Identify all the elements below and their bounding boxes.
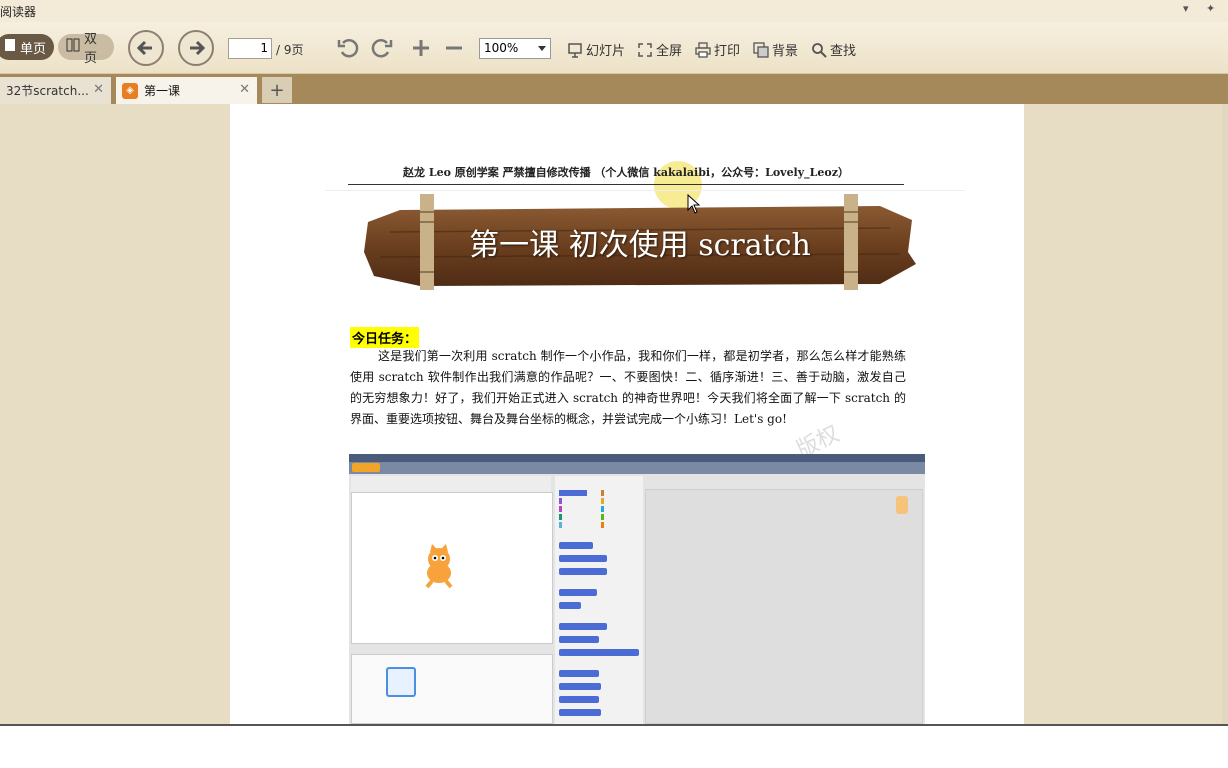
tab-lesson-one[interactable]: ◈ 第一课 ✕ bbox=[116, 77, 257, 104]
document-header: 赵龙 Leo 原创学案 严禁擅自修改传播 （个人微信 kakalaibi，公众号… bbox=[403, 166, 849, 179]
tab-scratch-doc[interactable]: 32节scratch... ✕ bbox=[0, 77, 111, 104]
tab-bar: 32节scratch... ✕ ◈ 第一课 ✕ + bbox=[0, 74, 1228, 104]
previous-page-button[interactable] bbox=[128, 30, 164, 66]
fullscreen-icon bbox=[638, 42, 652, 57]
double-page-button[interactable]: 双页 bbox=[58, 32, 114, 66]
title-bar: 阅读器 ▾ ✦ bbox=[0, 0, 1228, 22]
intro-paragraph: 这是我们第一次利用 scratch 制作一个小作品，我和你们一样，都是初学者，那… bbox=[350, 349, 906, 426]
fullscreen-button[interactable]: 全屏 bbox=[637, 40, 682, 59]
page-number-input[interactable]: 1 bbox=[228, 38, 272, 59]
find-button[interactable]: 查找 bbox=[811, 40, 856, 59]
single-page-button[interactable]: 单页 bbox=[0, 34, 54, 60]
single-page-icon bbox=[4, 38, 16, 56]
document-app-icon: ◈ bbox=[122, 82, 138, 99]
print-button[interactable]: 打印 bbox=[695, 40, 740, 59]
zoom-value: 100% bbox=[484, 41, 519, 55]
rotate-left-icon bbox=[337, 38, 359, 58]
rotate-right-button[interactable] bbox=[370, 36, 394, 60]
lesson-title: 第一课 初次使用 scratch bbox=[469, 228, 811, 263]
zoom-out-button[interactable] bbox=[442, 36, 466, 60]
window-title: 阅读器 bbox=[0, 5, 37, 19]
close-icon[interactable]: ✕ bbox=[239, 82, 250, 97]
find-label: 查找 bbox=[830, 44, 857, 59]
double-page-icon bbox=[66, 38, 80, 56]
minus-icon bbox=[446, 46, 462, 50]
single-page-label: 单页 bbox=[20, 41, 47, 57]
tab-label: 32节scratch... bbox=[6, 84, 89, 98]
document-viewport[interactable]: 赵龙 Leo 原创学案 严禁擅自修改传播 （个人微信 kakalaibi，公众号… bbox=[0, 104, 1228, 724]
zoom-select[interactable]: 100% bbox=[479, 38, 551, 59]
plus-icon bbox=[413, 40, 429, 56]
header-divider-faint bbox=[325, 190, 965, 191]
arrow-left-icon bbox=[136, 40, 152, 56]
document-page: 赵龙 Leo 原创学案 严禁擅自修改传播 （个人微信 kakalaibi，公众号… bbox=[230, 104, 1024, 724]
fullscreen-label: 全屏 bbox=[656, 44, 683, 59]
background-icon bbox=[753, 41, 769, 58]
chevron-down-icon bbox=[538, 46, 546, 51]
skin-icon[interactable]: ✦ bbox=[1206, 2, 1215, 15]
slideshow-icon bbox=[568, 42, 582, 58]
header-divider bbox=[348, 184, 904, 185]
new-tab-button[interactable]: + bbox=[262, 77, 292, 103]
double-page-label: 双页 bbox=[84, 32, 98, 66]
mouse-cursor-icon bbox=[687, 194, 701, 214]
slideshow-label: 幻灯片 bbox=[586, 44, 626, 59]
rotate-right-icon bbox=[371, 38, 393, 58]
scratch-cat-image bbox=[425, 544, 453, 589]
printer-icon bbox=[695, 41, 711, 58]
search-icon bbox=[812, 42, 827, 58]
menu-dropdown-icon[interactable]: ▾ bbox=[1183, 2, 1189, 15]
close-icon[interactable]: ✕ bbox=[93, 82, 104, 97]
scratch-screenshot-image bbox=[349, 454, 925, 724]
task-label: 今日任务： bbox=[350, 327, 420, 348]
rotate-left-button[interactable] bbox=[336, 36, 360, 60]
page-total: / 9页 bbox=[276, 43, 304, 57]
background-button[interactable]: 背景 bbox=[753, 40, 798, 59]
tab-label: 第一课 bbox=[144, 84, 181, 98]
slideshow-button[interactable]: 幻灯片 bbox=[567, 40, 625, 59]
zoom-in-button[interactable] bbox=[409, 36, 433, 60]
bottom-strip bbox=[0, 724, 1228, 768]
print-label: 打印 bbox=[714, 44, 741, 59]
vertical-scrollbar[interactable] bbox=[1222, 104, 1228, 724]
background-label: 背景 bbox=[772, 44, 799, 59]
arrow-right-icon bbox=[190, 40, 206, 56]
next-page-button[interactable] bbox=[178, 30, 214, 66]
toolbar: 单页 双页 1 / 9页 100% 幻灯片 全屏 打印 背景 查找 bbox=[0, 22, 1228, 74]
